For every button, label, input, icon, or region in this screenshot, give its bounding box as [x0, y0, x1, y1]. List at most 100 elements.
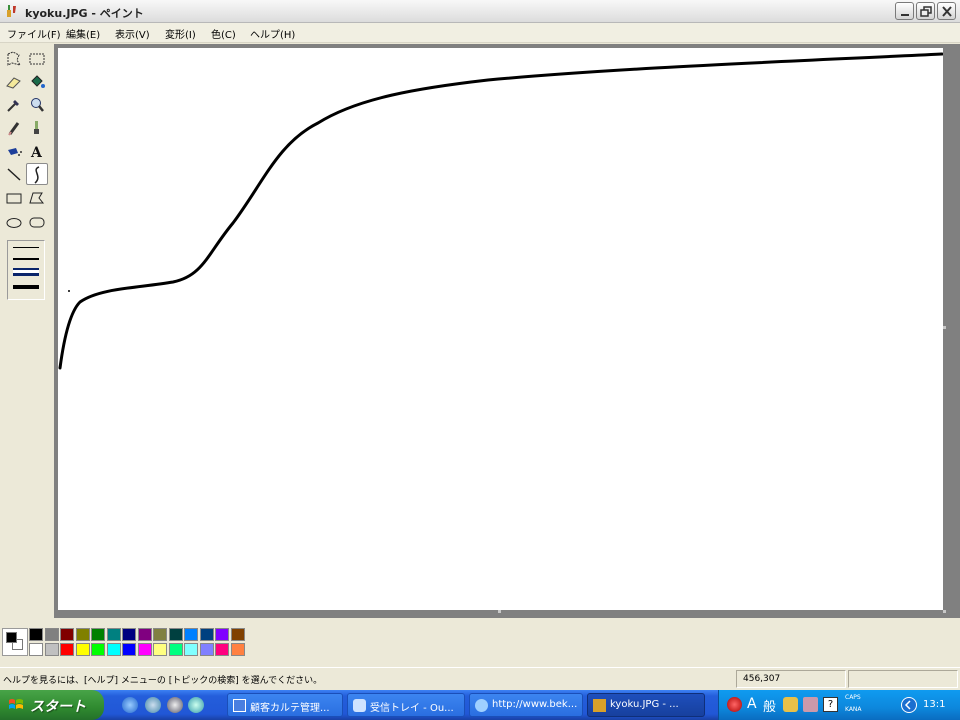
- ime-kanji[interactable]: 般: [763, 696, 776, 715]
- curve-tool[interactable]: [26, 163, 48, 185]
- minimize-button[interactable]: [895, 2, 914, 20]
- resize-handle-corner[interactable]: [943, 610, 946, 613]
- palette-swatch[interactable]: [106, 643, 121, 656]
- close-button[interactable]: [937, 2, 956, 20]
- ie-quicklaunch-icon[interactable]: [122, 697, 138, 713]
- chevron-left-icon[interactable]: [901, 697, 917, 713]
- windows-logo-icon: [9, 699, 23, 709]
- foreground-color: [6, 632, 17, 643]
- help-icon[interactable]: ?: [823, 697, 838, 712]
- minimize-icon: [901, 14, 909, 16]
- menu-image[interactable]: 変形(I): [163, 26, 198, 41]
- paint-icon: [593, 699, 606, 712]
- palette-swatch[interactable]: [215, 643, 229, 656]
- palette-swatch[interactable]: [153, 643, 167, 656]
- palette-swatch[interactable]: [75, 643, 90, 656]
- task-button-1[interactable]: 顧客カルテ管理...: [227, 693, 343, 717]
- task-button-3[interactable]: http://www.bek...: [469, 693, 583, 717]
- pencil-tool[interactable]: [3, 117, 25, 139]
- palette-swatch[interactable]: [199, 643, 214, 656]
- close-icon: [942, 6, 952, 17]
- palette-swatch[interactable]: [168, 628, 183, 641]
- rounded-rectangle-tool[interactable]: [26, 211, 48, 233]
- palette-swatch[interactable]: [137, 628, 152, 641]
- palette-swatch[interactable]: [29, 643, 43, 656]
- ellipse-tool[interactable]: [3, 211, 25, 233]
- palette-swatch[interactable]: [153, 628, 167, 641]
- palette-swatch[interactable]: [91, 628, 105, 641]
- rect-select-tool[interactable]: [26, 48, 48, 70]
- color-palette: [0, 618, 960, 666]
- taskbar: スタート 顧客カルテ管理... 受信トレイ - Ou... http://www…: [0, 690, 960, 720]
- restore-button[interactable]: [916, 2, 935, 20]
- tools-icon[interactable]: [803, 697, 818, 712]
- dictionary-icon[interactable]: [783, 697, 798, 712]
- palette-swatch[interactable]: [184, 628, 198, 641]
- rectangle-icon: [6, 193, 22, 204]
- palette-swatch[interactable]: [215, 628, 229, 641]
- task-label: 顧客カルテ管理...: [250, 703, 330, 714]
- line-width-3-selected[interactable]: [13, 268, 39, 276]
- status-bar: ヘルプを見るには、[ヘルプ] メニューの [トピックの検索] を選んでください。…: [0, 667, 960, 690]
- line-tool[interactable]: [3, 163, 25, 185]
- task-label: http://www.bek...: [492, 699, 578, 710]
- line-width-2[interactable]: [13, 258, 39, 260]
- task-button-2[interactable]: 受信トレイ - Ou...: [347, 693, 465, 717]
- palette-swatch[interactable]: [230, 628, 245, 641]
- rounded-rectangle-icon: [29, 217, 45, 228]
- palette-swatch[interactable]: [168, 643, 183, 656]
- menu-view[interactable]: 表示(V): [113, 26, 152, 41]
- drawn-curve: [58, 52, 944, 370]
- palette-swatch[interactable]: [60, 643, 74, 656]
- ime-icon[interactable]: [727, 697, 742, 712]
- menu-colors[interactable]: 色(C): [209, 26, 238, 41]
- palette-swatch[interactable]: [199, 628, 214, 641]
- ime-mode[interactable]: A: [747, 696, 757, 712]
- fill-tool[interactable]: [26, 71, 48, 93]
- magnifier-tool[interactable]: [26, 94, 48, 116]
- brush-tool[interactable]: [26, 117, 48, 139]
- media-player-quicklaunch-icon[interactable]: [167, 697, 183, 713]
- palette-swatch[interactable]: [106, 628, 121, 641]
- outlook-quicklaunch-icon[interactable]: [145, 697, 161, 713]
- menu-edit[interactable]: 編集(E): [64, 26, 102, 41]
- polygon-tool[interactable]: [26, 187, 48, 209]
- curve-icon: [34, 166, 40, 184]
- palette-swatch[interactable]: [91, 643, 105, 656]
- desktop-quicklaunch-icon[interactable]: [188, 697, 204, 713]
- text-tool[interactable]: A: [26, 140, 48, 162]
- palette-swatch[interactable]: [230, 643, 245, 656]
- palette-swatch[interactable]: [184, 643, 198, 656]
- eyedropper-icon: [7, 100, 19, 112]
- free-form-select-tool[interactable]: [3, 48, 25, 70]
- palette-swatch[interactable]: [75, 628, 90, 641]
- palette-swatch[interactable]: [44, 628, 59, 641]
- menu-help[interactable]: ヘルプ(H): [248, 26, 297, 41]
- palette-swatch[interactable]: [29, 628, 43, 641]
- chevron-left-glyph: [904, 700, 911, 710]
- palette-swatch[interactable]: [137, 643, 152, 656]
- palette-swatch[interactable]: [60, 628, 74, 641]
- status-coordinates-pane: 456,307: [736, 670, 846, 688]
- palette-swatch[interactable]: [122, 628, 136, 641]
- caps-indicator: CAPS: [845, 694, 861, 701]
- menu-file[interactable]: ファイル(F): [5, 26, 63, 41]
- polygon-icon: [29, 192, 45, 204]
- status-help-text: ヘルプを見るには、[ヘルプ] メニューの [トピックの検索] を選んでください。: [3, 676, 323, 686]
- drawing-canvas[interactable]: [58, 48, 944, 610]
- eraser-tool[interactable]: [3, 71, 25, 93]
- window-title: kyoku.JPG - ペイント: [25, 7, 144, 20]
- start-button[interactable]: スタート: [0, 690, 104, 720]
- line-width-4[interactable]: [13, 285, 39, 289]
- resize-handle-bottom[interactable]: [498, 610, 501, 613]
- resize-handle-right[interactable]: [943, 326, 946, 329]
- palette-swatch[interactable]: [44, 643, 59, 656]
- task-button-4[interactable]: kyoku.JPG - ...: [587, 693, 705, 717]
- airbrush-tool[interactable]: [3, 140, 25, 162]
- rectangle-tool[interactable]: [3, 187, 25, 209]
- text-icon: A: [30, 145, 43, 161]
- palette-swatch[interactable]: [122, 643, 136, 656]
- clock: 13:1: [923, 699, 946, 710]
- line-width-1[interactable]: [13, 247, 39, 248]
- eyedropper-tool[interactable]: [3, 94, 25, 116]
